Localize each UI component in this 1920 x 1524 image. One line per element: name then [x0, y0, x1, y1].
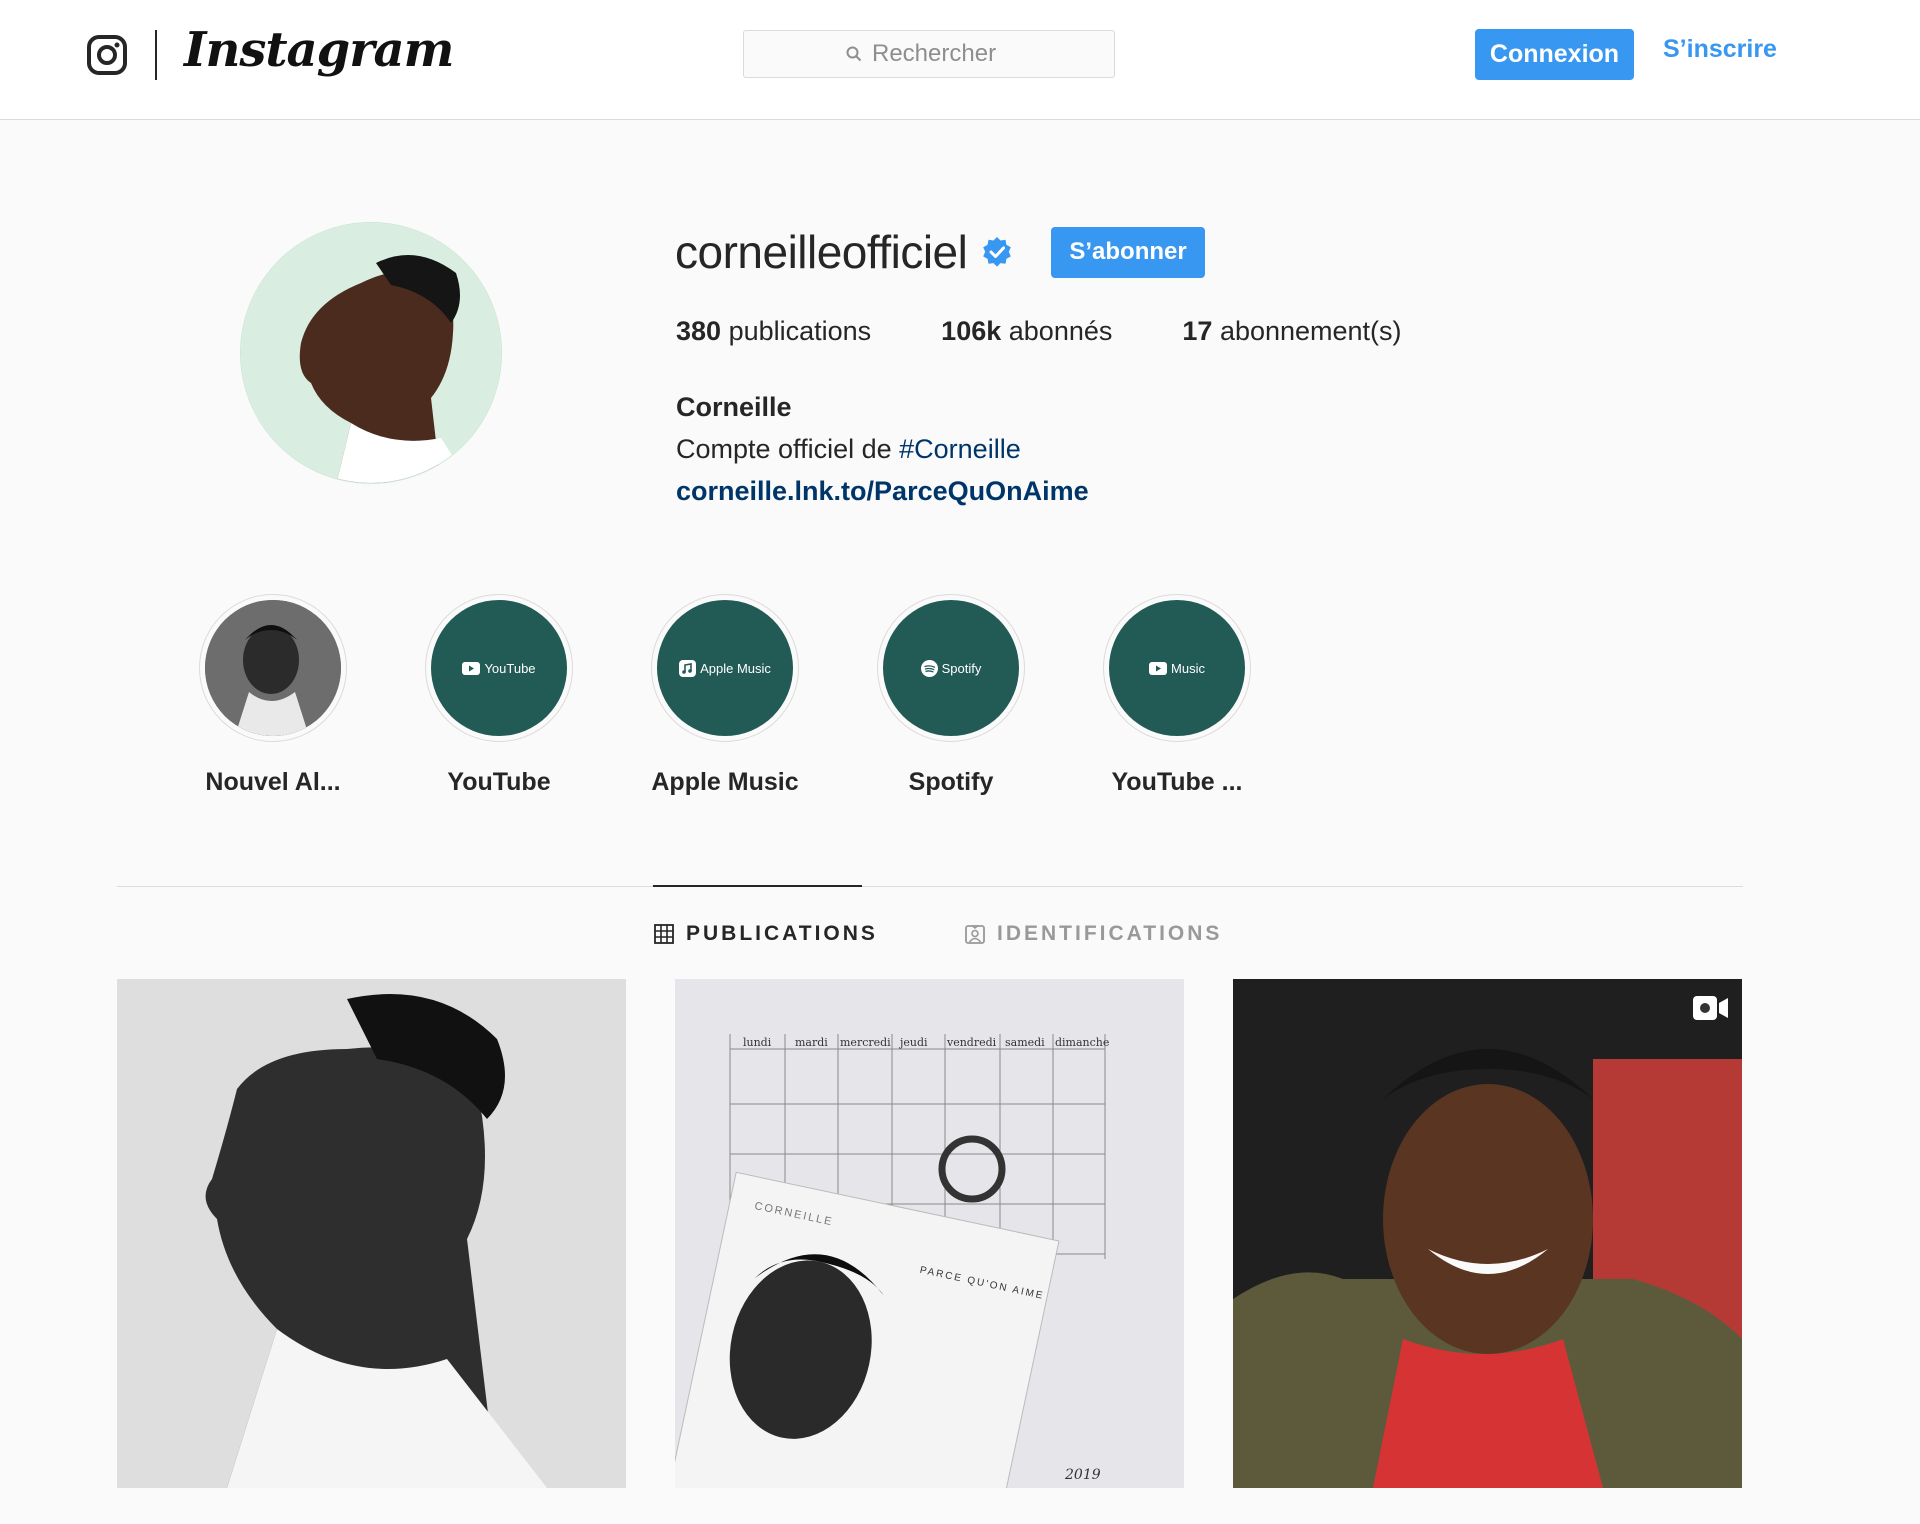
verified-badge-icon	[983, 237, 1012, 267]
posts-label: publications	[728, 316, 872, 346]
bio-text: Compte officiel de #Corneille	[676, 428, 1089, 470]
highlight-cover: YouTube	[431, 600, 567, 736]
followers-count: 106k	[941, 316, 1002, 346]
highlight-ring: Spotify	[877, 594, 1025, 742]
calendar-day-label: samedi	[1005, 1036, 1045, 1049]
follow-button[interactable]: S’abonner	[1051, 226, 1205, 278]
post-photo-portrait	[117, 979, 626, 1488]
tabs-divider	[117, 886, 1743, 887]
calendar-day-label: dimanche	[1055, 1036, 1109, 1049]
post-calendar-photo: lundi mardi mercredi jeudi vendredi same…	[675, 979, 1184, 1488]
instagram-wordmark[interactable]: Instagram	[184, 22, 454, 78]
highlight-badge-text: YouTube	[484, 660, 536, 676]
tab-identifications[interactable]: IDENTIFICATIONS	[965, 922, 1222, 946]
logo-divider	[155, 30, 157, 80]
highlight-youtube[interactable]: YouTube YouTube	[386, 594, 612, 797]
highlight-badge-text: Music	[1171, 660, 1205, 676]
bio-external-link[interactable]: corneille.lnk.to/ParceQuOnAime	[676, 476, 1089, 506]
video-icon	[1693, 996, 1728, 1020]
post-thumbnail[interactable]	[1233, 979, 1742, 1488]
calendar-day-label: mercredi	[840, 1036, 891, 1049]
highlight-ring: YouTube	[425, 594, 573, 742]
highlight-cover: Music	[1109, 600, 1245, 736]
highlight-nouvel-album[interactable]: Nouvel Al...	[160, 594, 386, 797]
profile-avatar[interactable]	[240, 222, 502, 484]
profile-username: corneilleofficiel	[675, 226, 968, 278]
profile-full-name: Corneille	[676, 392, 792, 422]
following-count: 17	[1182, 316, 1213, 346]
instagram-camera-icon[interactable]	[86, 34, 128, 76]
search-icon	[846, 46, 862, 62]
highlight-label: YouTube ...	[1111, 768, 1243, 796]
active-tab-indicator	[653, 885, 862, 887]
tagged-user-icon	[965, 924, 985, 944]
highlight-spotify[interactable]: Spotify Spotify	[838, 594, 1064, 797]
story-highlights: Nouvel Al... YouTube YouTube Apple Music…	[160, 594, 1290, 797]
stat-posts: 380 publications	[676, 316, 871, 347]
highlight-cover: Spotify	[883, 600, 1019, 736]
bio-hashtag-link[interactable]: #Corneille	[899, 434, 1021, 464]
spotify-icon	[920, 659, 938, 677]
search-box[interactable]	[743, 30, 1115, 78]
bio-prefix: Compte officiel de	[676, 434, 892, 464]
youtube-music-icon	[1149, 661, 1168, 675]
highlight-label: YouTube	[447, 768, 551, 796]
highlight-badge-text: Spotify	[941, 660, 982, 676]
followers-label: abonnés	[1008, 316, 1113, 346]
calendar-day-label: lundi	[743, 1036, 772, 1049]
highlight-youtube-music[interactable]: Music YouTube ...	[1064, 594, 1290, 797]
post-thumbnail[interactable]: lundi mardi mercredi jeudi vendredi same…	[675, 979, 1184, 1488]
following-label: abonnement(s)	[1219, 316, 1402, 346]
highlight-badge-text: Apple Music	[700, 660, 771, 676]
post-thumbnail[interactable]	[117, 979, 626, 1488]
highlight-portrait	[205, 600, 341, 736]
highlight-ring	[199, 594, 347, 742]
username-row: corneilleofficiel S’abonner	[675, 222, 1205, 282]
login-button[interactable]: Connexion	[1475, 29, 1634, 80]
highlight-label: Nouvel Al...	[205, 768, 341, 796]
post-video-still	[1233, 979, 1742, 1488]
posts-count: 380	[676, 316, 722, 346]
highlight-cover-photo	[205, 600, 341, 736]
profile-bio: Corneille Compte officiel de #Corneille …	[676, 386, 1089, 512]
calendar-day-label: vendredi	[946, 1036, 997, 1049]
album-cover-year: 2019	[1064, 1467, 1101, 1483]
highlight-label: Apple Music	[651, 768, 799, 796]
profile-stats: 380 publications 106k abonnés 17 abonnem…	[676, 316, 1472, 347]
avatar-photo	[241, 223, 501, 483]
apple-music-icon	[679, 659, 697, 677]
calendar-day-label: mardi	[795, 1036, 828, 1049]
signup-link[interactable]: S’inscrire	[1663, 35, 1777, 64]
highlight-cover: Apple Music	[657, 600, 793, 736]
highlight-ring: Music	[1103, 594, 1251, 742]
top-navigation-bar: Instagram Connexion S’inscrire	[0, 0, 1920, 120]
calendar-day-label: jeudi	[898, 1036, 928, 1049]
tab-publications[interactable]: PUBLICATIONS	[654, 922, 878, 946]
grid-icon	[654, 924, 674, 944]
tab-publications-label: PUBLICATIONS	[686, 922, 878, 945]
search-input[interactable]	[872, 40, 1012, 68]
highlight-ring: Apple Music	[651, 594, 799, 742]
youtube-icon	[462, 661, 481, 675]
highlight-label: Spotify	[908, 768, 994, 796]
highlight-apple-music[interactable]: Apple Music Apple Music	[612, 594, 838, 797]
stat-followers[interactable]: 106k abonnés	[941, 316, 1112, 347]
tab-identifications-label: IDENTIFICATIONS	[997, 922, 1223, 945]
stat-following[interactable]: 17 abonnement(s)	[1182, 316, 1401, 347]
